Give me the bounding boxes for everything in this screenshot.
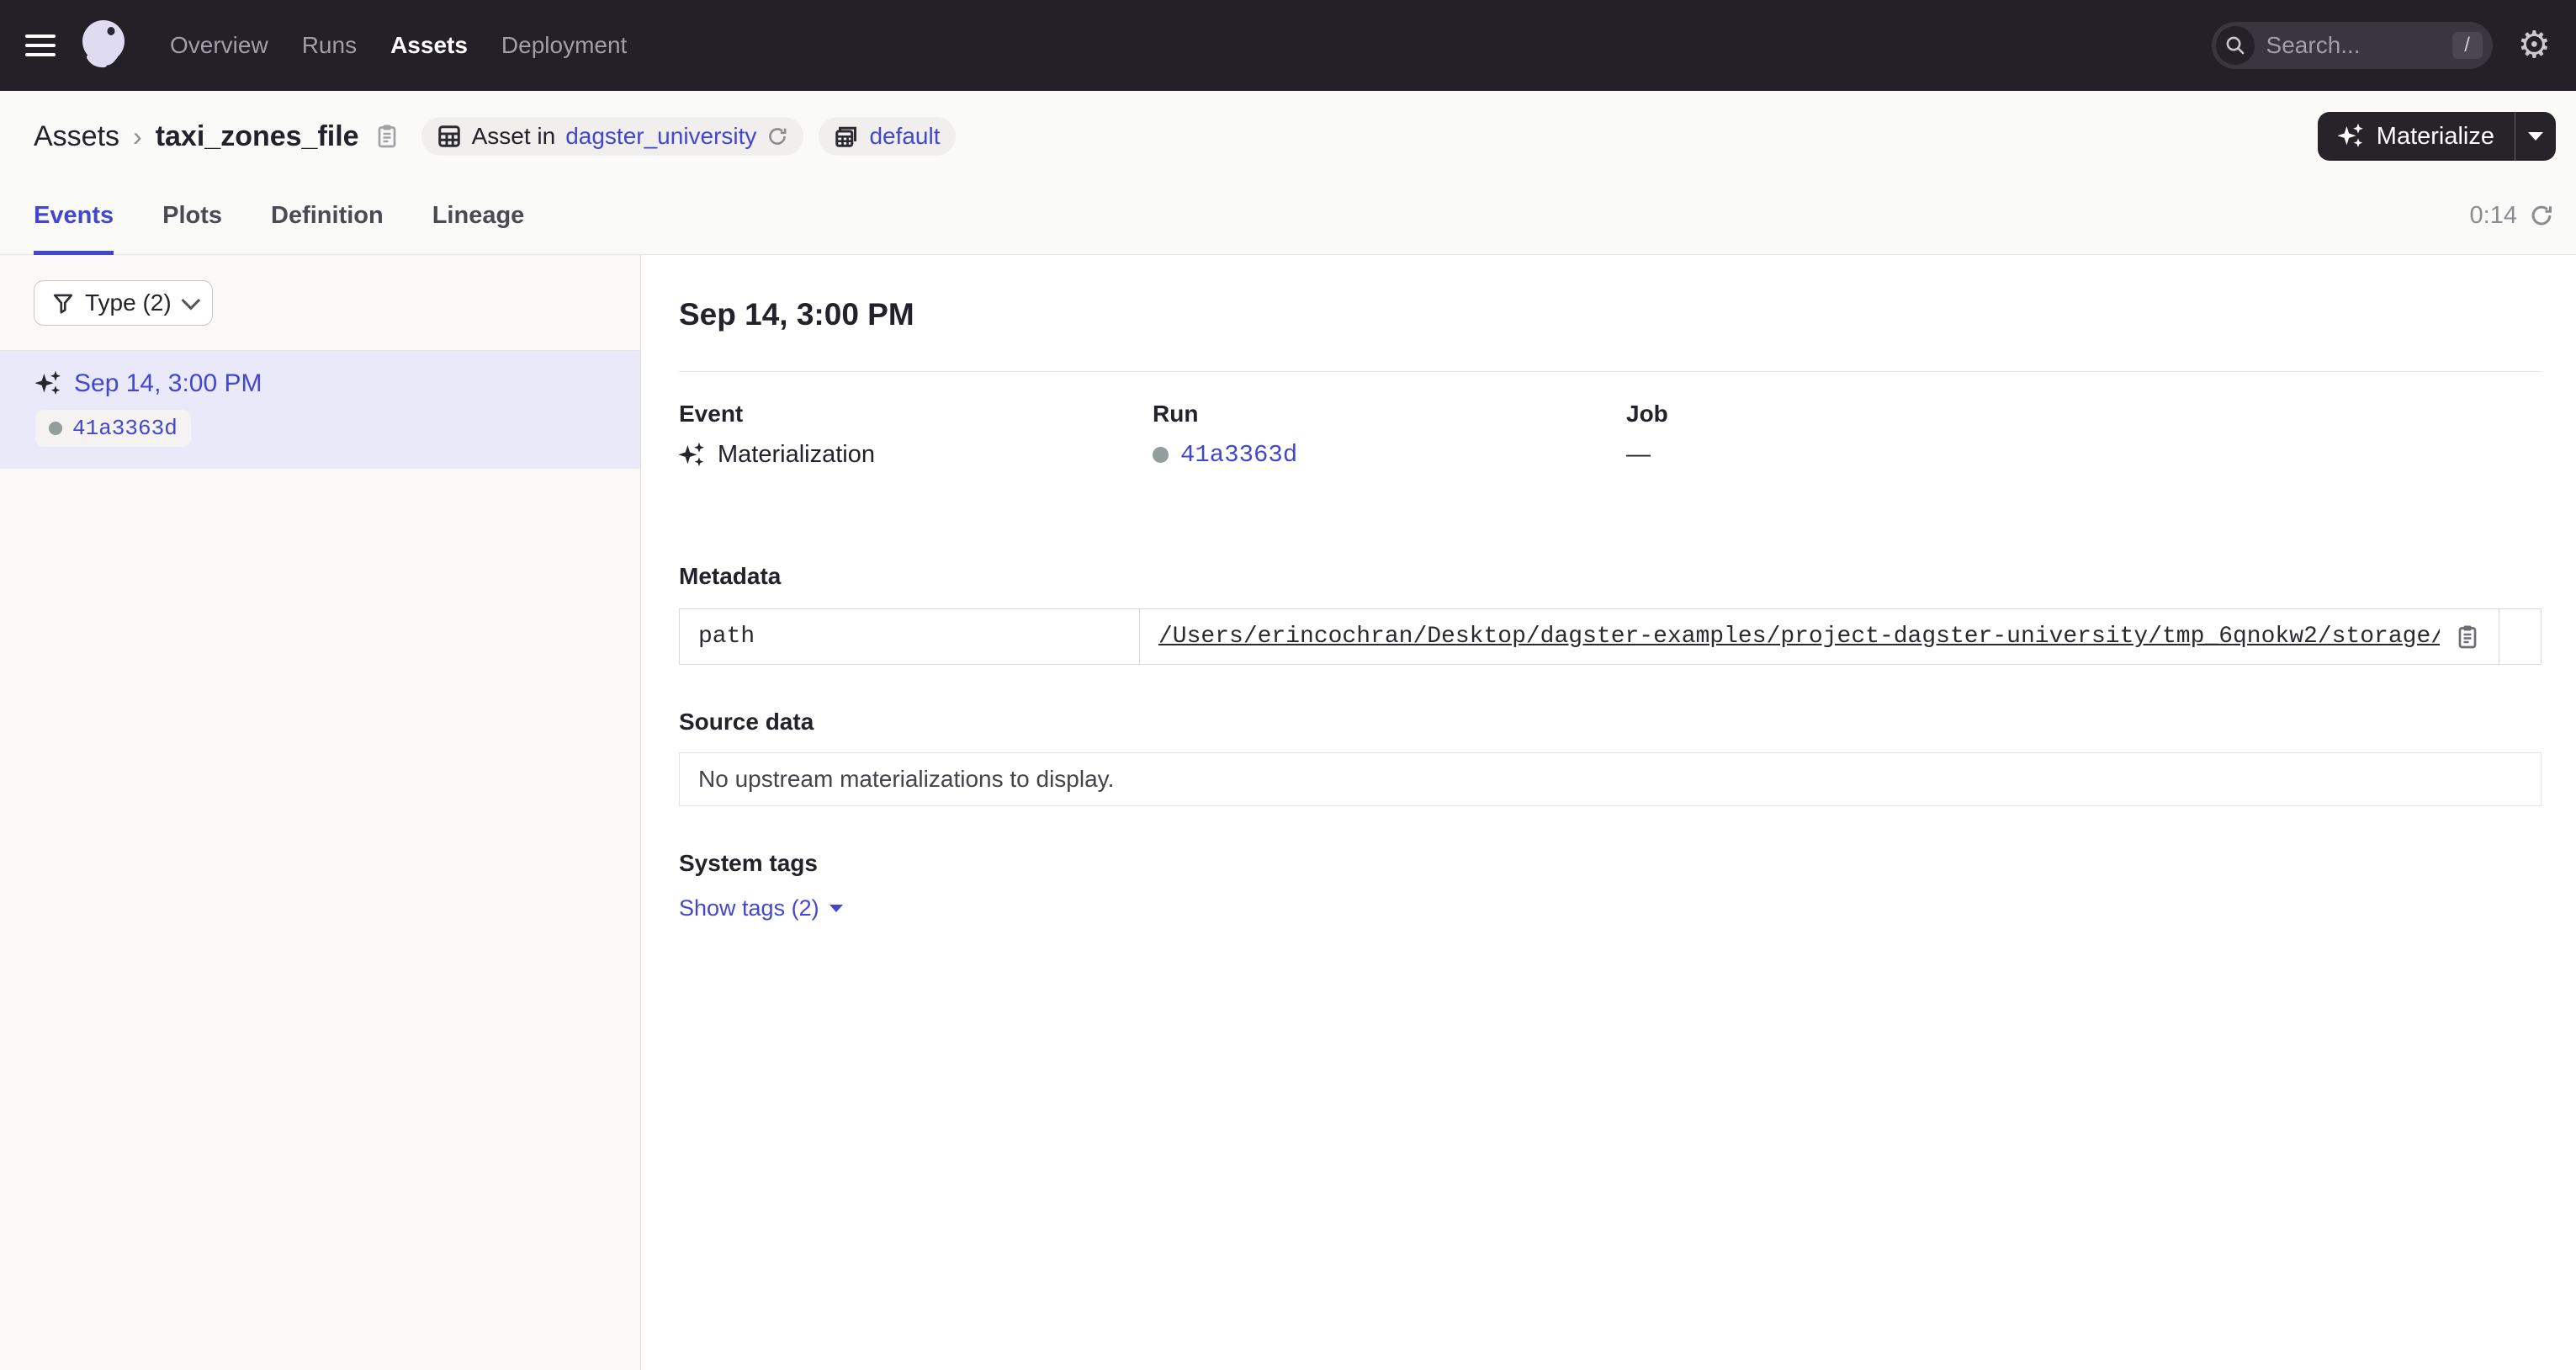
filter-funnel-icon xyxy=(51,291,75,315)
system-tags-heading: System tags xyxy=(679,850,2542,877)
asset-group-prefix: Asset in xyxy=(472,123,556,150)
chevron-down-icon xyxy=(2528,132,2543,141)
metadata-heading: Metadata xyxy=(679,563,2542,590)
nav-item-runs[interactable]: Runs xyxy=(302,32,357,59)
run-column-header: Run xyxy=(1153,401,1626,427)
refresh-icon[interactable] xyxy=(2529,203,2554,228)
top-nav: Overview Runs Assets Deployment / ⚙ xyxy=(0,0,2576,91)
type-filter-label: Type (2) xyxy=(85,289,172,316)
tab-definition[interactable]: Definition xyxy=(271,177,384,254)
tab-events[interactable]: Events xyxy=(34,177,114,254)
event-timestamp-link[interactable]: Sep 14, 3:00 PM xyxy=(74,369,262,398)
nav-item-assets[interactable]: Assets xyxy=(390,32,468,59)
event-summary: Event Materialization Run 41a3363d Job — xyxy=(679,401,2542,469)
job-value: — xyxy=(1626,441,1651,469)
breadcrumb-assets-link[interactable]: Assets xyxy=(34,120,119,153)
job-column-header: Job xyxy=(1626,401,2542,427)
page-header: Assets › taxi_zones_file Asset in dagste… xyxy=(0,91,2576,255)
tab-bar: Events Plots Definition Lineage 0:14 xyxy=(0,177,2576,254)
breadcrumb: Assets › taxi_zones_file xyxy=(34,120,400,153)
event-type-value: Materialization xyxy=(718,441,875,469)
top-nav-right: / ⚙ xyxy=(2212,22,2551,69)
search-shortcut-key: / xyxy=(2452,32,2483,59)
run-id-label: 41a3363d xyxy=(72,416,178,441)
run-status-dot xyxy=(1153,447,1169,463)
settings-gear-icon[interactable]: ⚙ xyxy=(2518,27,2551,64)
source-data-empty-state: No upstream materializations to display. xyxy=(679,752,2542,806)
materialize-sparkle-icon xyxy=(2338,123,2365,150)
asset-group-badge: Asset in dagster_university xyxy=(421,117,804,156)
materialize-button[interactable]: Materialize xyxy=(2318,112,2515,161)
event-column: Event Materialization xyxy=(679,401,1153,469)
code-location-badge: default xyxy=(819,117,955,156)
copy-path-icon[interactable] xyxy=(2455,623,2480,651)
dagster-asset-page: Overview Runs Assets Deployment / ⚙ Asse… xyxy=(0,0,2576,1370)
materialization-sparkle-icon xyxy=(35,370,62,397)
nav-item-overview[interactable]: Overview xyxy=(170,32,268,59)
refresh-countdown: 0:14 xyxy=(2470,202,2517,230)
show-tags-toggle[interactable]: Show tags (2) xyxy=(679,895,843,921)
show-tags-label: Show tags (2) xyxy=(679,895,819,921)
page-title: taxi_zones_file xyxy=(156,120,359,153)
event-column-header: Event xyxy=(679,401,1153,427)
materialization-sparkle-icon xyxy=(679,442,706,469)
nav-links: Overview Runs Assets Deployment xyxy=(170,32,627,59)
run-column: Run 41a3363d xyxy=(1153,401,1626,469)
materialize-split-button: Materialize xyxy=(2318,112,2556,161)
copy-asset-name-icon[interactable] xyxy=(374,122,400,151)
source-data-empty-text: No upstream materializations to display. xyxy=(698,766,1114,793)
reload-definitions-icon[interactable] xyxy=(766,125,788,147)
asset-group-link[interactable]: dagster_university xyxy=(565,123,756,150)
type-filter-button[interactable]: Type (2) xyxy=(34,280,213,326)
repository-icon xyxy=(834,124,859,149)
code-location-link[interactable]: default xyxy=(869,123,940,150)
metadata-table: path /Users/erincochran/Desktop/dagster-… xyxy=(679,608,2542,665)
search-icon xyxy=(2216,26,2255,65)
materialize-button-label: Materialize xyxy=(2377,123,2494,151)
event-detail-title: Sep 14, 3:00 PM xyxy=(679,297,2542,332)
metadata-key-cell: path xyxy=(680,609,1140,665)
hamburger-menu-icon[interactable] xyxy=(25,35,56,56)
divider xyxy=(679,371,2542,372)
metadata-path-link[interactable]: /Users/erincochran/Desktop/dagster-examp… xyxy=(1158,624,2440,650)
search-input[interactable] xyxy=(2266,32,2422,59)
breadcrumb-row: Assets › taxi_zones_file Asset in dagste… xyxy=(0,91,2576,177)
asset-context-badges: Asset in dagster_university default xyxy=(421,117,956,156)
chevron-down-icon xyxy=(181,290,200,310)
asset-group-icon xyxy=(437,124,462,149)
run-id-badge[interactable]: 41a3363d xyxy=(35,410,191,447)
breadcrumb-separator: › xyxy=(133,121,142,152)
caret-down-icon xyxy=(830,905,843,912)
tab-plots[interactable]: Plots xyxy=(162,177,222,254)
job-column: Job — xyxy=(1626,401,2542,469)
table-row: path /Users/erincochran/Desktop/dagster-… xyxy=(680,609,2542,665)
run-status-dot xyxy=(49,422,62,435)
event-list-panel: Type (2) Sep 14, 3:00 PM 41a3363d xyxy=(0,255,641,1370)
run-id-link[interactable]: 41a3363d xyxy=(1180,441,1297,469)
nav-item-deployment[interactable]: Deployment xyxy=(501,32,627,59)
dagster-logo[interactable] xyxy=(77,19,131,72)
event-list-item[interactable]: Sep 14, 3:00 PM 41a3363d xyxy=(0,351,640,469)
materialize-dropdown-button[interactable] xyxy=(2515,112,2556,161)
event-filter-bar: Type (2) xyxy=(0,255,640,351)
tab-lineage[interactable]: Lineage xyxy=(432,177,525,254)
metadata-end-cell xyxy=(2499,609,2542,665)
source-data-heading: Source data xyxy=(679,709,2542,735)
global-search[interactable]: / xyxy=(2212,22,2493,69)
event-detail-panel: Sep 14, 3:00 PM Event Materialization Ru… xyxy=(641,255,2576,1370)
